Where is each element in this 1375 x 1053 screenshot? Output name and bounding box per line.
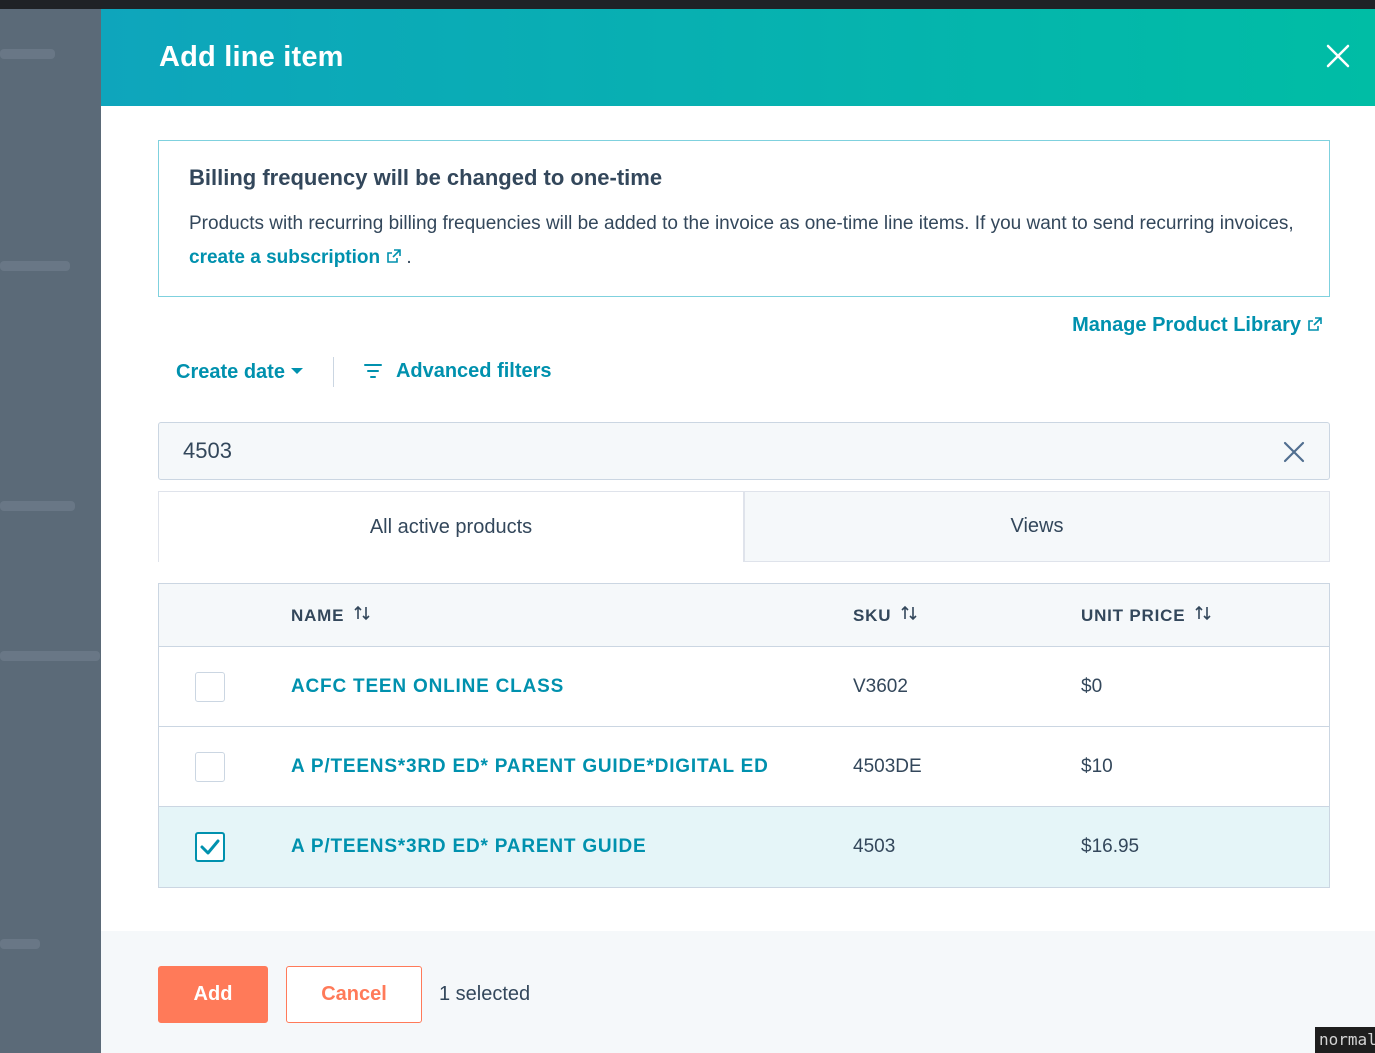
product-sku: 4503 [853, 836, 896, 857]
column-header-label: SKU [853, 605, 892, 625]
add-line-item-panel: Add line item Billing frequency will be … [101, 9, 1375, 1053]
create-subscription-label: create a subscription [189, 247, 381, 268]
products-table: NAME SKU UNIT PRICE ACFC TEEN ONLINE CLA… [158, 583, 1330, 888]
cancel-button[interactable]: Cancel [286, 966, 422, 1023]
panel-footer: Add Cancel 1 selected [101, 931, 1375, 1053]
advanced-filters-label: Advanced filters [395, 359, 552, 382]
create-date-dropdown[interactable]: Create date [176, 361, 303, 384]
filter-bar: Create date Advanced filters [176, 357, 552, 387]
selected-count: 1 selected [439, 983, 531, 1005]
product-name-link[interactable]: A P/TEENS*3RD ED* PARENT GUIDE*DIGITAL E… [291, 727, 769, 807]
manage-product-library-link[interactable]: Manage Product Library [1072, 314, 1322, 337]
panel-title: Add line item [159, 41, 344, 73]
filter-divider [332, 357, 334, 387]
row-checkbox[interactable] [195, 752, 225, 782]
panel-header: Add line item [101, 9, 1375, 106]
add-button[interactable]: Add [158, 966, 268, 1023]
alert-title: Billing frequency will be changed to one… [189, 165, 663, 190]
checkmark-icon [200, 839, 220, 855]
product-name-link[interactable]: ACFC TEEN ONLINE CLASS [291, 647, 564, 727]
create-subscription-link[interactable]: create a subscription [189, 247, 401, 268]
blurred-background-text [0, 501, 75, 511]
column-header-unit-price[interactable]: UNIT PRICE [1081, 584, 1211, 647]
tab-label: Views [1010, 515, 1064, 537]
filter-icon [363, 362, 382, 385]
product-unit-price: $10 [1081, 756, 1113, 777]
row-checkbox-checked[interactable] [195, 832, 225, 862]
product-sku: 4503DE [853, 756, 922, 777]
create-date-label: Create date [176, 360, 285, 383]
table-row-selected: A P/TEENS*3RD ED* PARENT GUIDE 4503 $16.… [159, 807, 1329, 887]
manage-product-library-label: Manage Product Library [1072, 314, 1301, 336]
row-checkbox[interactable] [195, 672, 225, 702]
product-unit-price: $16.95 [1081, 836, 1140, 857]
alert-body-end: . [406, 247, 412, 268]
product-search-box [158, 422, 1330, 480]
editor-mode-indicator: normal [1315, 1027, 1375, 1053]
column-header-sku[interactable]: SKU [853, 584, 917, 647]
column-header-label: NAME [291, 605, 345, 625]
alert-body: Products with recurring billing frequenc… [189, 207, 1299, 275]
product-unit-price: $0 [1081, 676, 1103, 697]
tab-views[interactable]: Views [744, 491, 1330, 562]
external-link-icon [1307, 315, 1322, 331]
external-link-icon [386, 242, 401, 263]
caret-down-icon [290, 367, 303, 374]
product-sku: V3602 [853, 676, 908, 697]
product-tabs: All active products Views [158, 491, 1330, 562]
blurred-background-text [0, 651, 100, 661]
table-header: NAME SKU UNIT PRICE [159, 584, 1329, 647]
blurred-background-text [0, 49, 55, 59]
close-icon[interactable] [1325, 43, 1351, 69]
table-row: ACFC TEEN ONLINE CLASS V3602 $0 [159, 647, 1329, 727]
product-name-link[interactable]: A P/TEENS*3RD ED* PARENT GUIDE [291, 807, 647, 887]
advanced-filters-button[interactable]: Advanced filters [363, 359, 552, 385]
column-header-label: UNIT PRICE [1081, 605, 1186, 625]
alert-body-text: Products with recurring billing frequenc… [189, 213, 1294, 234]
background-page-overlay [0, 9, 101, 1053]
sort-icon [354, 605, 370, 626]
billing-frequency-alert: Billing frequency will be changed to one… [158, 140, 1330, 297]
sort-icon [1195, 605, 1211, 626]
search-input[interactable] [159, 423, 1209, 479]
table-row: A P/TEENS*3RD ED* PARENT GUIDE*DIGITAL E… [159, 727, 1329, 807]
column-header-name[interactable]: NAME [291, 584, 370, 647]
blurred-background-text [0, 261, 70, 271]
tab-label: All active products [369, 515, 533, 538]
clear-search-icon[interactable] [1283, 441, 1305, 463]
sort-icon [901, 605, 917, 626]
window-top-bar [0, 0, 1375, 9]
tab-all-active-products[interactable]: All active products [158, 491, 744, 562]
blurred-background-text [0, 939, 40, 949]
